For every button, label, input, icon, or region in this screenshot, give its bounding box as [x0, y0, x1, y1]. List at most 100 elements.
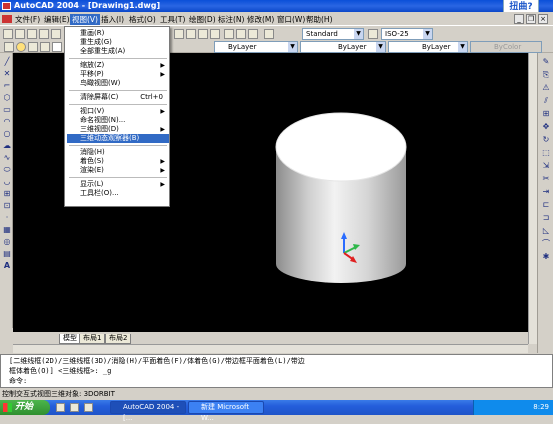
hatch-icon[interactable]: ▦ [2, 225, 12, 234]
menu-format[interactable]: 格式(O) [127, 14, 158, 25]
view-menu-item[interactable]: 平移(P) ▶ [67, 70, 169, 79]
zoom-window-icon[interactable] [198, 29, 208, 39]
menu-insert[interactable]: 插入(I) [99, 14, 126, 25]
ie-quicklaunch-icon[interactable] [56, 403, 65, 412]
ellipse-arc-icon[interactable]: ◡ [2, 177, 12, 186]
menu-help[interactable]: 帮助(H) [304, 14, 335, 25]
chamfer-icon[interactable]: ◺ [541, 226, 551, 235]
insert-block-icon[interactable]: ⊞ [2, 189, 12, 198]
command-prompt[interactable]: 命令: [9, 376, 544, 386]
zoom-previous-icon[interactable] [210, 29, 220, 39]
join-icon[interactable]: ⊐ [541, 213, 551, 222]
dim-style-icon[interactable] [368, 29, 378, 39]
color-swatch-icon[interactable] [52, 42, 62, 52]
help-icon[interactable] [264, 29, 274, 39]
fillet-icon[interactable]: ⌒ [541, 239, 551, 248]
sun-icon[interactable] [28, 42, 38, 52]
point-icon[interactable]: · [2, 213, 12, 222]
dim-style-select[interactable]: ISO-25 ▼ [381, 28, 433, 40]
table-icon[interactable]: ▤ [2, 249, 12, 258]
task-autocad[interactable]: AutoCAD 2004 - [... [110, 401, 186, 422]
document-icon[interactable] [2, 15, 12, 23]
menu-tools[interactable]: 工具(T) [158, 14, 187, 25]
explode-icon[interactable]: ✱ [541, 252, 551, 261]
break-icon[interactable]: ⊏ [541, 200, 551, 209]
desktop-quicklaunch-icon[interactable] [70, 403, 79, 412]
print-icon[interactable] [39, 29, 49, 39]
view-menu-item[interactable]: 着色(S) ▶ [67, 157, 169, 166]
view-menu-item[interactable]: 视口(V) ▶ [67, 107, 169, 116]
menu-modify[interactable]: 修改(M) [245, 14, 276, 25]
extend-icon[interactable]: ⇥ [541, 187, 551, 196]
trim-icon[interactable]: ✂ [541, 174, 551, 183]
task-word[interactable]: 新建 Microsoft W... [188, 401, 264, 422]
tab-layout1[interactable]: 布局1 [79, 334, 106, 344]
save-icon[interactable] [27, 29, 37, 39]
minimize-icon[interactable]: _ [514, 14, 524, 24]
menu-draw[interactable]: 绘图(D) [187, 14, 218, 25]
rectangle-icon[interactable]: ▭ [2, 105, 12, 114]
view-menu-item[interactable]: 缩放(Z) ▶ [67, 61, 169, 70]
start-button[interactable]: 开始 [0, 400, 50, 415]
mtext-icon[interactable]: A [2, 261, 12, 270]
lightbulb-icon[interactable] [16, 42, 26, 52]
menu-dimension[interactable]: 标注(N) [216, 14, 246, 25]
view-menu-item[interactable]: 重画(R) [67, 29, 169, 38]
stretch-icon[interactable]: ⇲ [541, 161, 551, 170]
preview-icon[interactable] [51, 29, 61, 39]
view-menu-item[interactable]: 三维动态观察器(B) [67, 134, 169, 143]
erase-icon[interactable]: ✎ [541, 57, 551, 66]
menu-window[interactable]: 窗口(W) [275, 14, 307, 25]
array-icon[interactable]: ⊞ [541, 109, 551, 118]
mirror-icon[interactable]: ⚠ [541, 83, 551, 92]
view-menu-item[interactable]: 清除屏幕(C) Ctrl+0 [67, 93, 169, 102]
move-icon[interactable]: ✥ [541, 122, 551, 131]
restore-icon[interactable]: ❐ [526, 14, 536, 24]
view-menu-item[interactable]: 工具栏(O)... [67, 189, 169, 198]
pan-icon[interactable] [174, 29, 184, 39]
view-menu-item[interactable]: 鸟瞰视图(W) [67, 79, 169, 88]
circle-icon[interactable]: ○ [2, 129, 12, 138]
tab-layout2[interactable]: 布局2 [105, 334, 132, 344]
line-icon[interactable]: ╱ [2, 57, 12, 66]
lineweight-select[interactable]: ByLayer ▼ [388, 41, 468, 53]
layer-manager-icon[interactable] [4, 42, 14, 52]
menu-file[interactable]: 文件(F) [13, 14, 42, 25]
close-icon[interactable]: × [538, 14, 548, 24]
vertical-scrollbar[interactable] [528, 53, 537, 344]
autocad-app-icon[interactable] [2, 2, 11, 10]
properties-icon[interactable] [224, 29, 234, 39]
view-menu-item[interactable]: 命名视图(N)... [67, 116, 169, 125]
linetype-select[interactable]: ByLayer ▼ [300, 41, 386, 53]
tool-palettes-icon[interactable] [248, 29, 258, 39]
text-style-select[interactable]: Standard ▼ [302, 28, 364, 40]
view-menu-item[interactable]: 消隐(H) [67, 148, 169, 157]
view-menu-item[interactable]: 全部重生成(A) [67, 47, 169, 56]
view-menu-item[interactable]: 三维视图(D) ▶ [67, 125, 169, 134]
new-icon[interactable] [3, 29, 13, 39]
polyline-icon[interactable]: ⌐ [2, 81, 12, 90]
open-icon[interactable] [15, 29, 25, 39]
design-center-icon[interactable] [236, 29, 246, 39]
color-select[interactable]: ByLayer ▼ [214, 41, 298, 53]
horizontal-scrollbar[interactable] [13, 344, 528, 353]
spline-icon[interactable]: ∿ [2, 153, 12, 162]
offset-icon[interactable]: ⫽ [541, 96, 551, 105]
arc-icon[interactable]: ◠ [2, 117, 12, 126]
construction-line-icon[interactable]: ✕ [2, 69, 12, 78]
region-icon[interactable]: ◎ [2, 237, 12, 246]
revision-cloud-icon[interactable]: ☁ [2, 141, 12, 150]
lock-icon[interactable] [40, 42, 50, 52]
polygon-icon[interactable]: ⬡ [2, 93, 12, 102]
ellipse-icon[interactable]: ⬭ [2, 165, 12, 174]
view-menu-item[interactable]: 显示(L) ▶ [67, 180, 169, 189]
view-menu-item[interactable]: 重生成(G) [67, 38, 169, 47]
tab-model[interactable]: 模型 [59, 334, 81, 344]
zoom-realtime-icon[interactable] [186, 29, 196, 39]
menu-edit[interactable]: 编辑(E) [42, 14, 72, 25]
menu-view[interactable]: 视图(V) [70, 14, 100, 25]
copy-icon[interactable]: ⎘ [541, 70, 551, 79]
make-block-icon[interactable]: ⊡ [2, 201, 12, 210]
rotate-icon[interactable]: ↻ [541, 135, 551, 144]
scale-icon[interactable]: ⬚ [541, 148, 551, 157]
